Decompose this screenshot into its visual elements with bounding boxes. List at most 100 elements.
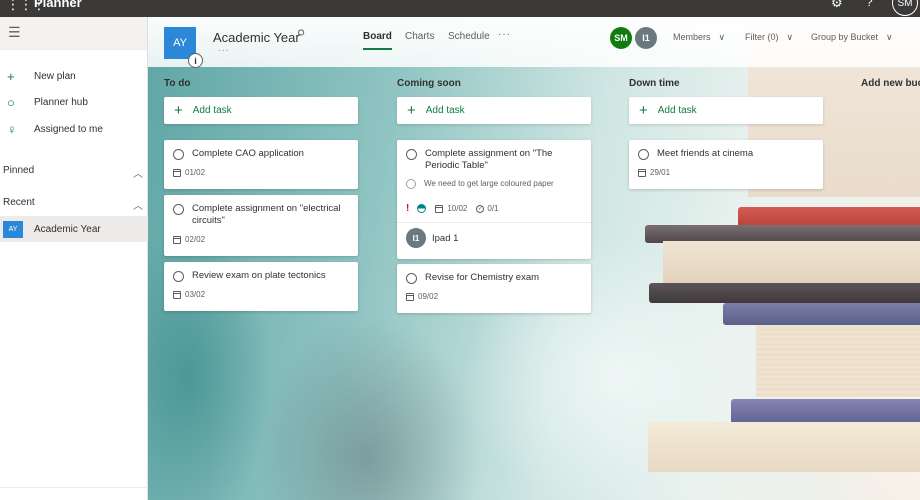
member-avatar-i1[interactable]: I1 — [635, 27, 657, 49]
divider — [0, 487, 148, 488]
checklist-item-text: We need to get large coloured paper — [424, 179, 554, 188]
complete-task-checkbox[interactable] — [173, 204, 184, 215]
sidebar-item-label: Assigned to me — [34, 123, 103, 135]
task-card[interactable]: Meet friends at cinema 29/01 — [629, 140, 823, 189]
plan-more-icon[interactable]: ... — [218, 43, 229, 54]
pinned-section-header[interactable]: Pinned ︿ — [3, 165, 143, 180]
tab-schedule[interactable]: Schedule — [448, 31, 490, 42]
due-date: 09/02 — [418, 292, 439, 301]
checklist-count: 0/1 — [487, 204, 499, 213]
add-task-label: Add task — [192, 105, 232, 116]
chevron-down-icon: ∨ — [886, 32, 893, 42]
recent-section-header[interactable]: Recent ︿ — [3, 197, 143, 212]
calendar-icon — [638, 168, 646, 177]
task-card[interactable]: Complete assignment on "electrical circu… — [164, 195, 358, 256]
hamburger-icon[interactable]: ☰ — [8, 24, 21, 41]
plan-avatar: AY — [3, 220, 23, 238]
plus-icon: + — [174, 102, 183, 119]
task-title: Revise for Chemistry exam — [425, 272, 540, 283]
app-name[interactable]: Planner — [34, 0, 82, 10]
plan-header: AY i Academic Year ⚲ ... Board Charts Sc… — [148, 17, 920, 68]
pinned-label: Pinned — [3, 165, 35, 176]
bucket-name[interactable]: To do — [164, 78, 190, 89]
chevron-up-icon[interactable]: ︿ — [133, 165, 143, 180]
app-top-bar: ⋮⋮⋮ Planner ⚙ ? SM — [0, 0, 920, 17]
assignee-avatar: I1 — [406, 228, 426, 248]
calendar-icon — [406, 292, 414, 301]
add-new-bucket-button[interactable]: Add new buck — [861, 78, 920, 89]
tab-board[interactable]: Board — [363, 31, 392, 50]
add-task-button[interactable]: + Add task — [629, 97, 823, 124]
filter-dropdown[interactable]: Filter (0) ∨ — [745, 32, 793, 43]
calendar-icon — [173, 235, 181, 244]
sidebar: ☰ + New plan ○ Planner hub ♀ Assigned to… — [0, 17, 148, 500]
complete-task-checkbox[interactable] — [406, 149, 417, 160]
person-icon: ♀ — [7, 121, 17, 137]
bucket-name[interactable]: Down time — [629, 78, 680, 89]
plus-icon: + — [7, 68, 15, 84]
task-title: Complete assignment on "electrical circu… — [192, 203, 341, 226]
members-label: Members — [673, 32, 711, 42]
complete-task-checkbox[interactable] — [173, 149, 184, 160]
add-task-button[interactable]: + Add task — [397, 97, 591, 124]
assignee-name: Ipad 1 — [432, 232, 459, 244]
recent-label: Recent — [3, 197, 35, 208]
board-area: AY i Academic Year ⚲ ... Board Charts Sc… — [148, 17, 920, 500]
members-dropdown[interactable]: Members ∨ — [673, 32, 725, 43]
task-title: Meet friends at cinema — [657, 148, 754, 159]
task-card[interactable]: Complete CAO application 01/02 — [164, 140, 358, 189]
complete-task-checkbox[interactable] — [173, 271, 184, 282]
sidebar-item-label: New plan — [34, 70, 76, 82]
group-by-label: Group by Bucket — [811, 32, 879, 42]
progress-in-progress-icon — [417, 204, 427, 213]
due-date: 10/02 — [447, 204, 468, 213]
due-date: 01/02 — [185, 168, 206, 177]
complete-task-checkbox[interactable] — [638, 149, 649, 160]
chevron-down-icon: ∨ — [718, 32, 726, 42]
add-task-label: Add task — [657, 105, 697, 116]
complete-task-checkbox[interactable] — [406, 273, 417, 284]
priority-urgent-icon: ! — [406, 203, 410, 214]
due-date: 03/02 — [185, 290, 206, 299]
due-date: 29/01 — [650, 168, 671, 177]
checklist-icon: ✓ — [476, 204, 485, 213]
sidebar-item-new-plan[interactable]: + New plan — [0, 65, 148, 87]
more-tabs-icon[interactable]: ··· — [498, 29, 511, 40]
add-task-label: Add task — [425, 105, 465, 116]
info-icon[interactable]: i — [188, 53, 203, 68]
sidebar-item-planner-hub[interactable]: ○ Planner hub — [0, 91, 148, 113]
sidebar-item-assigned-to-me[interactable]: ♀ Assigned to me — [0, 118, 148, 140]
tab-charts[interactable]: Charts — [405, 31, 434, 42]
chevron-up-icon[interactable]: ︿ — [133, 197, 143, 212]
task-title: Review exam on plate tectonics — [192, 270, 326, 281]
gear-icon[interactable]: ⚙ — [831, 0, 843, 11]
checklist-item-checkbox[interactable] — [406, 179, 416, 189]
circle-icon: ○ — [7, 94, 15, 110]
group-by-dropdown[interactable]: Group by Bucket ∨ — [811, 32, 893, 43]
filter-label: Filter (0) — [745, 32, 779, 42]
plus-icon: + — [407, 102, 416, 119]
sidebar-header: ☰ — [0, 17, 147, 50]
user-avatar[interactable]: SM — [892, 0, 918, 16]
sidebar-item-academic-year[interactable]: AY Academic Year — [0, 216, 148, 242]
checklist-item[interactable]: We need to get large coloured paper — [397, 172, 591, 189]
plus-icon: + — [639, 102, 648, 119]
help-icon[interactable]: ? — [866, 0, 873, 9]
assignee[interactable]: I1 Ipad 1 — [397, 222, 591, 253]
calendar-icon — [435, 204, 444, 213]
background-books-image — [618, 17, 920, 500]
task-card[interactable]: Revise for Chemistry exam 09/02 — [397, 264, 591, 313]
add-task-button[interactable]: + Add task — [164, 97, 358, 124]
task-title: Complete CAO application — [192, 148, 304, 159]
sidebar-item-label: Planner hub — [34, 96, 88, 108]
bucket-name[interactable]: Coming soon — [397, 78, 461, 89]
chevron-down-icon: ∨ — [786, 32, 794, 42]
task-title: Complete assignment on "The Periodic Tab… — [425, 148, 553, 171]
member-avatar-sm[interactable]: SM — [610, 27, 632, 49]
task-card[interactable]: Review exam on plate tectonics 03/02 — [164, 262, 358, 311]
task-card[interactable]: Complete assignment on "The Periodic Tab… — [397, 140, 591, 259]
calendar-icon — [173, 168, 181, 177]
due-date: 02/02 — [185, 235, 206, 244]
sidebar-item-label: Academic Year — [34, 223, 101, 235]
calendar-icon — [173, 290, 181, 299]
